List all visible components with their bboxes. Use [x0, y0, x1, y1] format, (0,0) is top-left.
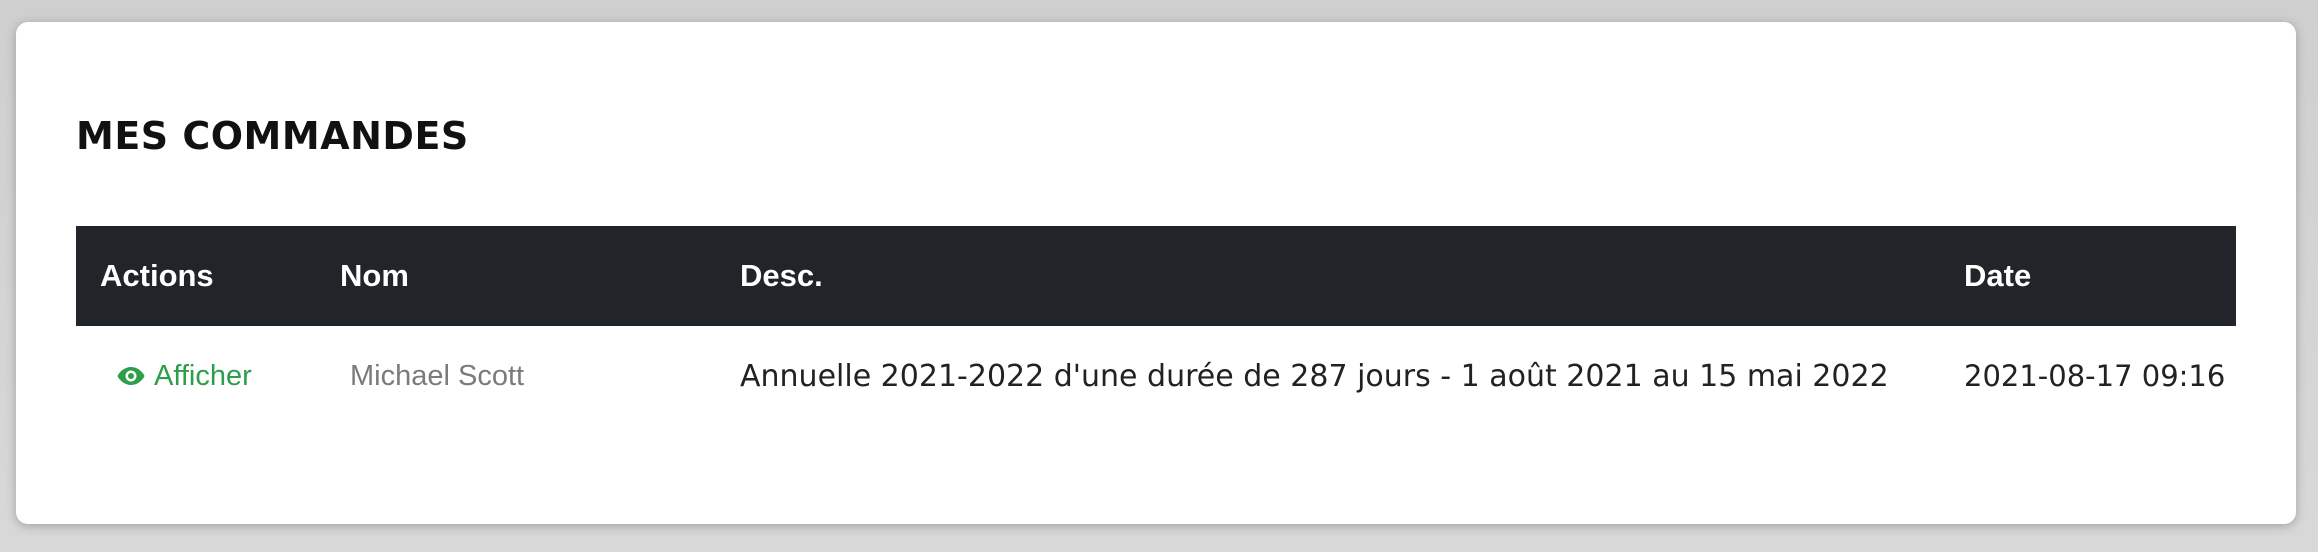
nom-cell: Michael Scott	[350, 359, 525, 392]
date-cell: 2021-08-17 09:16	[1964, 359, 2226, 393]
orders-table: Actions Nom Desc. Date Afficher Michael …	[76, 226, 2236, 426]
orders-card: MES COMMANDES Actions Nom Desc. Date Aff…	[16, 22, 2296, 524]
column-header-date: Date	[1940, 226, 2236, 326]
eye-icon	[117, 367, 145, 385]
page-background: MES COMMANDES Actions Nom Desc. Date Aff…	[0, 0, 2318, 552]
table-header: Actions Nom Desc. Date	[76, 226, 2236, 326]
column-header-desc: Desc.	[716, 226, 1940, 326]
desc-cell: Annuelle 2021-2022 d'une durée de 287 jo…	[740, 358, 1889, 394]
column-header-nom: Nom	[316, 226, 716, 326]
table-body: Afficher Michael Scott Annuelle 2021-202…	[76, 326, 2236, 426]
view-order-label: Afficher	[154, 359, 252, 392]
actions-cell: Afficher	[76, 326, 316, 426]
table-row: Afficher Michael Scott Annuelle 2021-202…	[76, 326, 2236, 426]
column-header-actions: Actions	[76, 226, 316, 326]
page-title: MES COMMANDES	[76, 114, 469, 158]
table-header-row: Actions Nom Desc. Date	[76, 226, 2236, 326]
view-order-link[interactable]: Afficher	[116, 360, 252, 393]
